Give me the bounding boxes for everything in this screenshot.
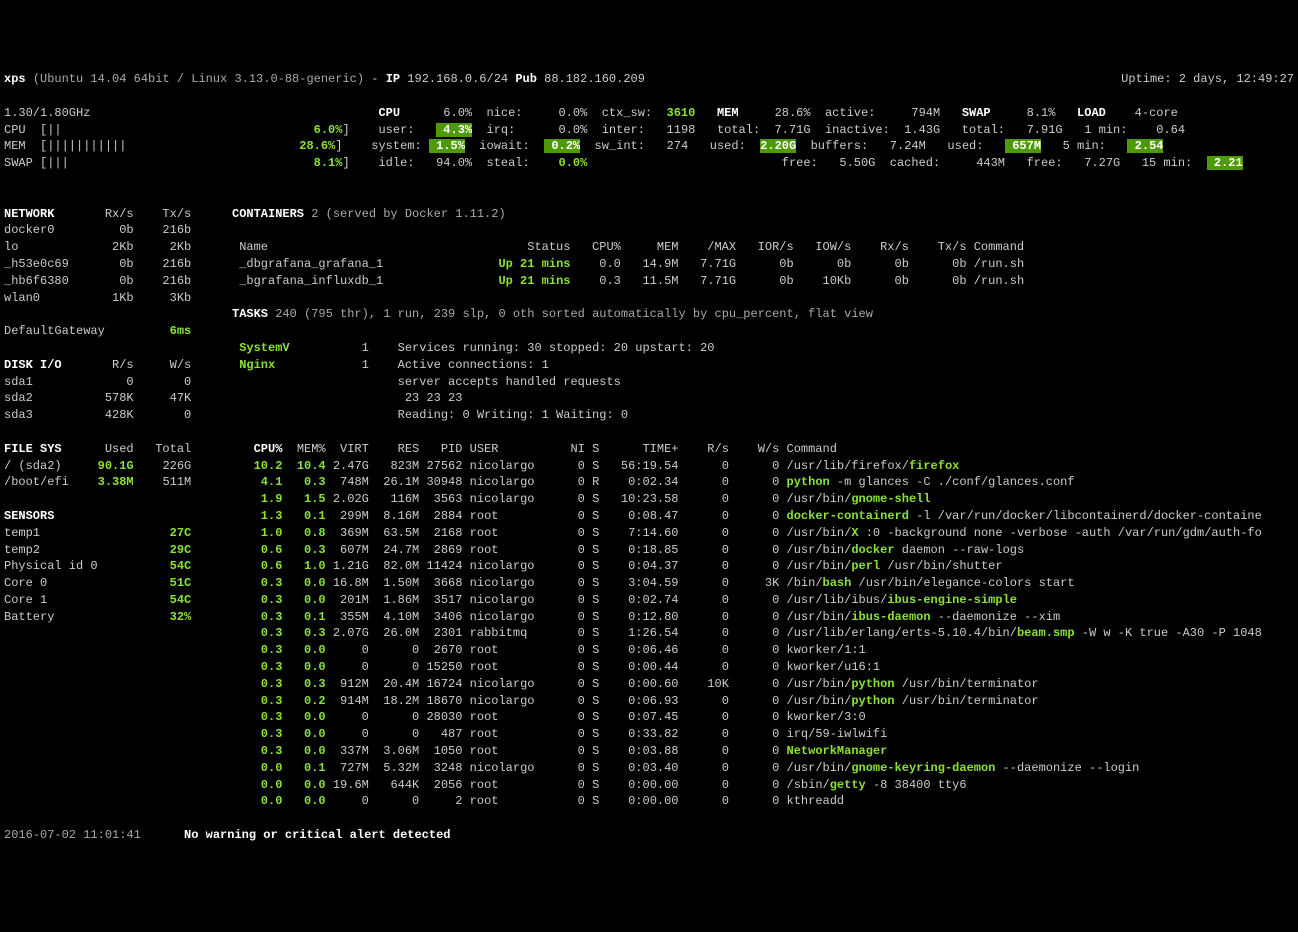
hostname: xps — [4, 72, 26, 86]
header-line: xps (Ubuntu 14.04 64bit / Linux 3.13.0-8… — [4, 71, 1294, 88]
footer: 2016-07-02 11:01:41 No warning or critic… — [4, 827, 1294, 844]
stats-row: 1.30/1.80GHz CPU 6.0% nice: 0.0% ctx_sw:… — [4, 105, 1294, 122]
stats-row2: CPU [|| 6.0%] user: 4.3% irq: 0.0% inter… — [4, 122, 1294, 139]
main-panel: CONTAINERS 2 (served by Docker 1.11.2) N… — [232, 206, 1294, 811]
left-panel: NETWORK Rx/s Tx/s docker0 0b 216b lo 2Kb… — [4, 206, 204, 811]
stats-row3: MEM [||||||||||| 28.6%] system: 1.5% iow… — [4, 138, 1294, 155]
stats-row4: SWAP [||| 8.1%] idle: 94.0% steal: 0.0% … — [4, 155, 1294, 172]
